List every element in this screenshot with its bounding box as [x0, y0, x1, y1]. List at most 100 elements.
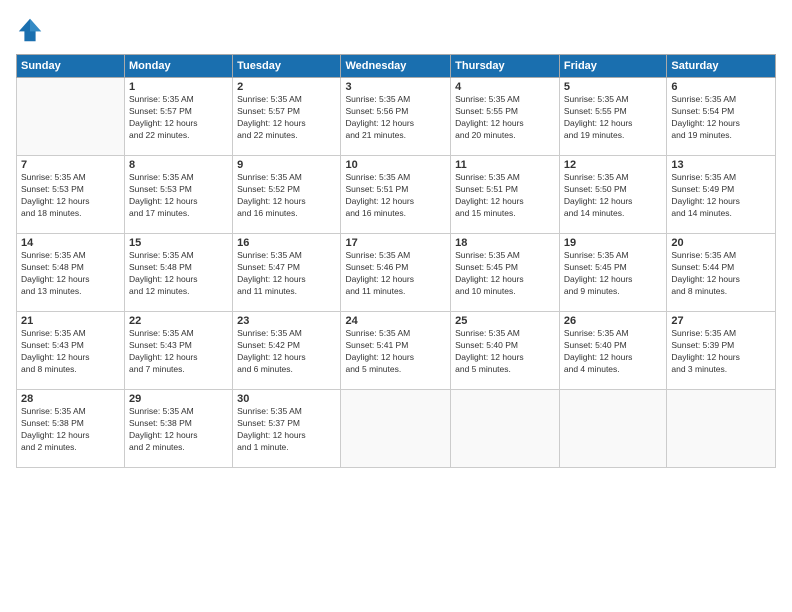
day-number: 18: [455, 237, 555, 249]
calendar-cell: 7Sunrise: 5:35 AMSunset: 5:53 PMDaylight…: [17, 156, 125, 234]
day-number: 13: [671, 159, 771, 171]
day-info: Sunrise: 5:35 AMSunset: 5:43 PMDaylight:…: [21, 328, 120, 376]
calendar-cell: 15Sunrise: 5:35 AMSunset: 5:48 PMDayligh…: [125, 234, 233, 312]
day-number: 19: [564, 237, 662, 249]
calendar-week-1: 1Sunrise: 5:35 AMSunset: 5:57 PMDaylight…: [17, 78, 776, 156]
day-info: Sunrise: 5:35 AMSunset: 5:57 PMDaylight:…: [129, 94, 228, 142]
day-number: 7: [21, 159, 120, 171]
day-info: Sunrise: 5:35 AMSunset: 5:38 PMDaylight:…: [21, 406, 120, 454]
col-saturday: Saturday: [667, 55, 776, 78]
day-info: Sunrise: 5:35 AMSunset: 5:47 PMDaylight:…: [237, 250, 336, 298]
calendar-cell: 28Sunrise: 5:35 AMSunset: 5:38 PMDayligh…: [17, 390, 125, 468]
calendar-cell: [559, 390, 666, 468]
calendar-week-4: 21Sunrise: 5:35 AMSunset: 5:43 PMDayligh…: [17, 312, 776, 390]
calendar-cell: 5Sunrise: 5:35 AMSunset: 5:55 PMDaylight…: [559, 78, 666, 156]
day-info: Sunrise: 5:35 AMSunset: 5:57 PMDaylight:…: [237, 94, 336, 142]
calendar-week-2: 7Sunrise: 5:35 AMSunset: 5:53 PMDaylight…: [17, 156, 776, 234]
calendar-week-5: 28Sunrise: 5:35 AMSunset: 5:38 PMDayligh…: [17, 390, 776, 468]
header: [16, 16, 776, 44]
calendar-cell: 1Sunrise: 5:35 AMSunset: 5:57 PMDaylight…: [125, 78, 233, 156]
day-info: Sunrise: 5:35 AMSunset: 5:52 PMDaylight:…: [237, 172, 336, 220]
col-wednesday: Wednesday: [341, 55, 451, 78]
calendar-cell: 9Sunrise: 5:35 AMSunset: 5:52 PMDaylight…: [233, 156, 341, 234]
calendar-cell: 10Sunrise: 5:35 AMSunset: 5:51 PMDayligh…: [341, 156, 451, 234]
calendar-cell: 3Sunrise: 5:35 AMSunset: 5:56 PMDaylight…: [341, 78, 451, 156]
day-number: 27: [671, 315, 771, 327]
calendar-cell: 25Sunrise: 5:35 AMSunset: 5:40 PMDayligh…: [451, 312, 560, 390]
col-monday: Monday: [125, 55, 233, 78]
day-number: 6: [671, 81, 771, 93]
day-info: Sunrise: 5:35 AMSunset: 5:48 PMDaylight:…: [21, 250, 120, 298]
day-info: Sunrise: 5:35 AMSunset: 5:55 PMDaylight:…: [455, 94, 555, 142]
day-info: Sunrise: 5:35 AMSunset: 5:51 PMDaylight:…: [455, 172, 555, 220]
day-info: Sunrise: 5:35 AMSunset: 5:39 PMDaylight:…: [671, 328, 771, 376]
calendar-header-row: Sunday Monday Tuesday Wednesday Thursday…: [17, 55, 776, 78]
calendar-cell: 12Sunrise: 5:35 AMSunset: 5:50 PMDayligh…: [559, 156, 666, 234]
day-info: Sunrise: 5:35 AMSunset: 5:54 PMDaylight:…: [671, 94, 771, 142]
day-info: Sunrise: 5:35 AMSunset: 5:38 PMDaylight:…: [129, 406, 228, 454]
calendar-cell: 18Sunrise: 5:35 AMSunset: 5:45 PMDayligh…: [451, 234, 560, 312]
calendar-cell: 16Sunrise: 5:35 AMSunset: 5:47 PMDayligh…: [233, 234, 341, 312]
day-info: Sunrise: 5:35 AMSunset: 5:51 PMDaylight:…: [345, 172, 446, 220]
day-info: Sunrise: 5:35 AMSunset: 5:44 PMDaylight:…: [671, 250, 771, 298]
day-number: 10: [345, 159, 446, 171]
day-info: Sunrise: 5:35 AMSunset: 5:49 PMDaylight:…: [671, 172, 771, 220]
day-number: 4: [455, 81, 555, 93]
calendar-cell: 19Sunrise: 5:35 AMSunset: 5:45 PMDayligh…: [559, 234, 666, 312]
calendar-cell: [17, 78, 125, 156]
calendar-cell: 14Sunrise: 5:35 AMSunset: 5:48 PMDayligh…: [17, 234, 125, 312]
calendar-cell: 22Sunrise: 5:35 AMSunset: 5:43 PMDayligh…: [125, 312, 233, 390]
calendar-cell: 26Sunrise: 5:35 AMSunset: 5:40 PMDayligh…: [559, 312, 666, 390]
day-number: 17: [345, 237, 446, 249]
day-info: Sunrise: 5:35 AMSunset: 5:46 PMDaylight:…: [345, 250, 446, 298]
col-sunday: Sunday: [17, 55, 125, 78]
calendar-cell: 29Sunrise: 5:35 AMSunset: 5:38 PMDayligh…: [125, 390, 233, 468]
calendar-cell: 13Sunrise: 5:35 AMSunset: 5:49 PMDayligh…: [667, 156, 776, 234]
day-info: Sunrise: 5:35 AMSunset: 5:37 PMDaylight:…: [237, 406, 336, 454]
day-number: 9: [237, 159, 336, 171]
day-number: 24: [345, 315, 446, 327]
day-number: 23: [237, 315, 336, 327]
col-tuesday: Tuesday: [233, 55, 341, 78]
day-info: Sunrise: 5:35 AMSunset: 5:40 PMDaylight:…: [455, 328, 555, 376]
logo: [16, 16, 48, 44]
day-info: Sunrise: 5:35 AMSunset: 5:55 PMDaylight:…: [564, 94, 662, 142]
calendar-cell: 21Sunrise: 5:35 AMSunset: 5:43 PMDayligh…: [17, 312, 125, 390]
calendar-cell: [667, 390, 776, 468]
day-number: 28: [21, 393, 120, 405]
day-info: Sunrise: 5:35 AMSunset: 5:40 PMDaylight:…: [564, 328, 662, 376]
day-info: Sunrise: 5:35 AMSunset: 5:45 PMDaylight:…: [564, 250, 662, 298]
calendar-cell: 30Sunrise: 5:35 AMSunset: 5:37 PMDayligh…: [233, 390, 341, 468]
day-number: 14: [21, 237, 120, 249]
day-info: Sunrise: 5:35 AMSunset: 5:50 PMDaylight:…: [564, 172, 662, 220]
calendar-cell: 23Sunrise: 5:35 AMSunset: 5:42 PMDayligh…: [233, 312, 341, 390]
calendar-cell: 20Sunrise: 5:35 AMSunset: 5:44 PMDayligh…: [667, 234, 776, 312]
calendar-cell: 4Sunrise: 5:35 AMSunset: 5:55 PMDaylight…: [451, 78, 560, 156]
day-number: 8: [129, 159, 228, 171]
calendar-cell: 17Sunrise: 5:35 AMSunset: 5:46 PMDayligh…: [341, 234, 451, 312]
day-number: 1: [129, 81, 228, 93]
day-info: Sunrise: 5:35 AMSunset: 5:45 PMDaylight:…: [455, 250, 555, 298]
day-info: Sunrise: 5:35 AMSunset: 5:56 PMDaylight:…: [345, 94, 446, 142]
day-number: 30: [237, 393, 336, 405]
day-info: Sunrise: 5:35 AMSunset: 5:53 PMDaylight:…: [21, 172, 120, 220]
day-number: 3: [345, 81, 446, 93]
calendar-cell: [451, 390, 560, 468]
day-info: Sunrise: 5:35 AMSunset: 5:53 PMDaylight:…: [129, 172, 228, 220]
day-info: Sunrise: 5:35 AMSunset: 5:42 PMDaylight:…: [237, 328, 336, 376]
calendar-cell: 2Sunrise: 5:35 AMSunset: 5:57 PMDaylight…: [233, 78, 341, 156]
calendar: Sunday Monday Tuesday Wednesday Thursday…: [16, 54, 776, 468]
col-thursday: Thursday: [451, 55, 560, 78]
day-number: 26: [564, 315, 662, 327]
day-number: 22: [129, 315, 228, 327]
calendar-cell: 8Sunrise: 5:35 AMSunset: 5:53 PMDaylight…: [125, 156, 233, 234]
day-number: 20: [671, 237, 771, 249]
day-number: 25: [455, 315, 555, 327]
col-friday: Friday: [559, 55, 666, 78]
calendar-cell: 27Sunrise: 5:35 AMSunset: 5:39 PMDayligh…: [667, 312, 776, 390]
day-number: 29: [129, 393, 228, 405]
logo-icon: [16, 16, 44, 44]
day-number: 11: [455, 159, 555, 171]
day-number: 2: [237, 81, 336, 93]
day-number: 15: [129, 237, 228, 249]
